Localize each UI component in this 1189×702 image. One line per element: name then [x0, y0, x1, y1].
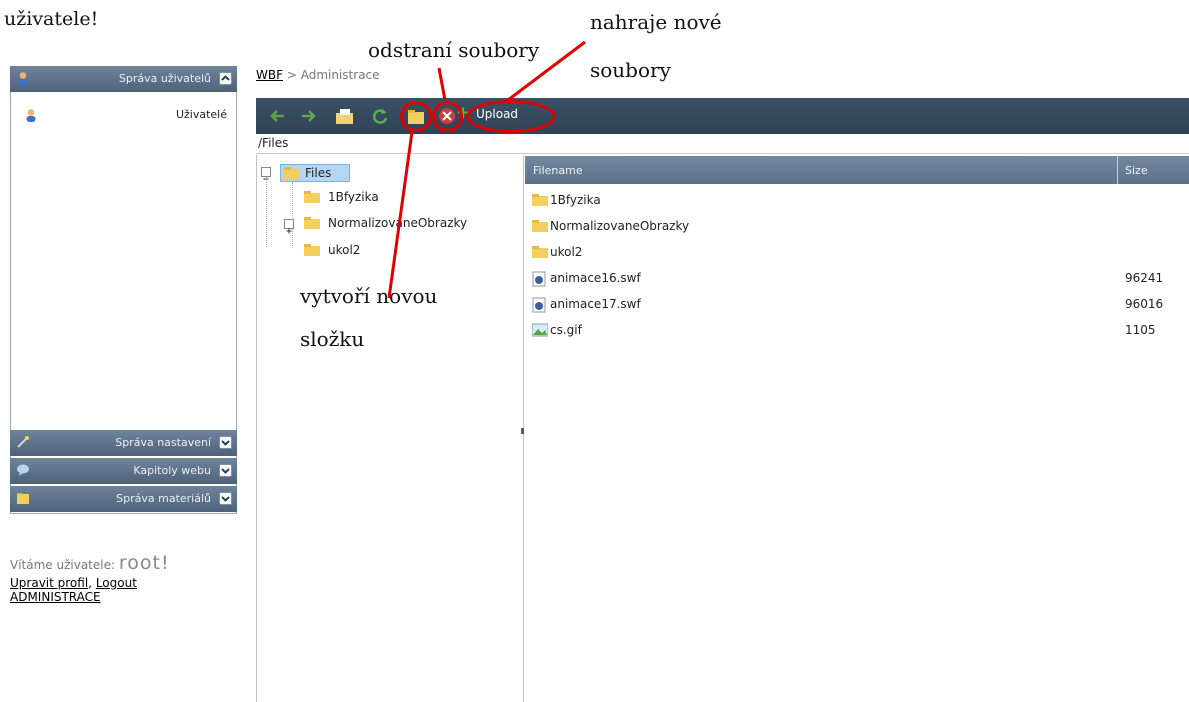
annotation-pointer-lines: [387, 40, 586, 299]
